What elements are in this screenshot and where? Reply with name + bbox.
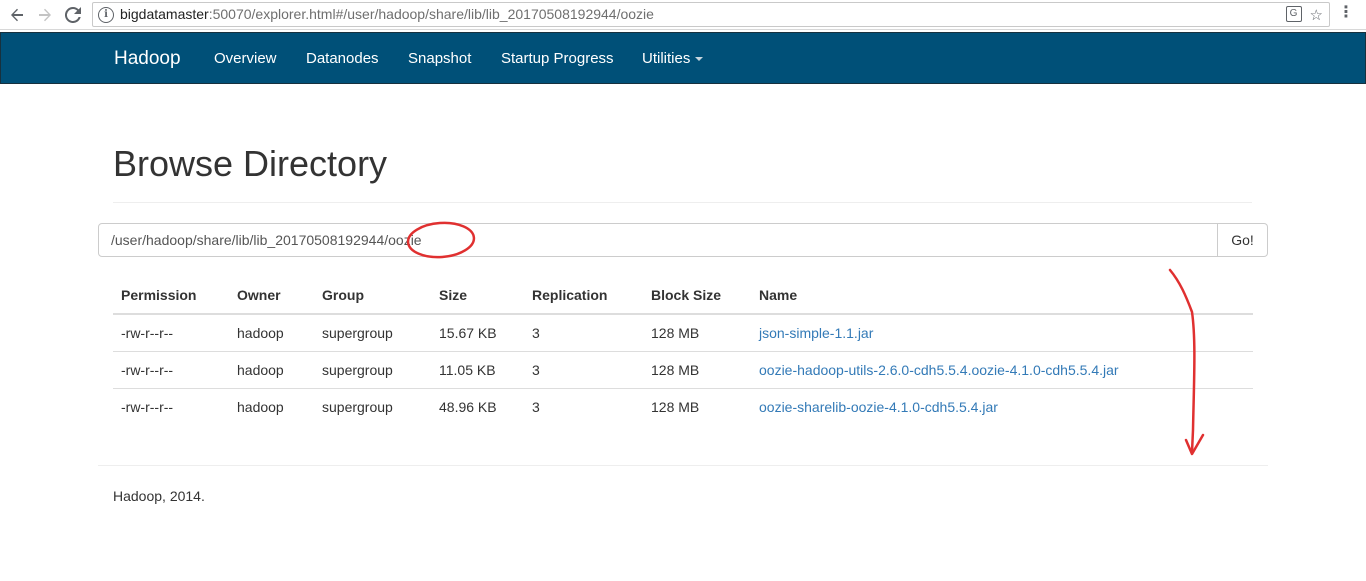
cell-permission: -rw-r--r-- bbox=[113, 314, 229, 352]
translate-icon[interactable]: G bbox=[1285, 6, 1302, 22]
reload-icon[interactable] bbox=[61, 3, 85, 27]
chevron-down-icon bbox=[695, 57, 704, 62]
cell-group: supergroup bbox=[314, 314, 431, 352]
cell-owner: hadoop bbox=[237, 398, 284, 415]
arrow-head-icon bbox=[1184, 433, 1205, 456]
header-size[interactable]: Size bbox=[431, 277, 524, 315]
table-row: -rw-r--r-- hadoop supergroup 11.05 KB 3 … bbox=[113, 351, 1253, 389]
header-replication[interactable]: Replication bbox=[524, 277, 643, 315]
header-name[interactable]: Name bbox=[751, 277, 1253, 315]
nav-overview[interactable]: Overview bbox=[214, 50, 277, 67]
cell-size: 15.67 KB bbox=[431, 314, 524, 352]
table-row: -rw-r--r-- hadoop supergroup 48.96 KB 3 … bbox=[113, 388, 1253, 425]
browser-menu-icon[interactable]: ⋮ bbox=[1338, 5, 1354, 21]
cell-block-size: 128 MB bbox=[643, 314, 751, 352]
cell-block-size: 128 MB bbox=[643, 351, 751, 389]
back-arrow-icon[interactable] bbox=[5, 3, 29, 27]
header-block-size[interactable]: Block Size bbox=[643, 277, 751, 315]
page-title: Browse Directory bbox=[113, 143, 388, 184]
browser-toolbar: i bigdatamaster:50070/explorer.html#/use… bbox=[0, 0, 1366, 30]
table-row: -rw-r--r-- hadoop supergroup 15.67 KB 3 … bbox=[113, 314, 1253, 352]
nav-utilities-label: Utilities bbox=[642, 50, 691, 67]
header-permission[interactable]: Permission bbox=[113, 277, 229, 315]
nav-startup-progress[interactable]: Startup Progress bbox=[501, 50, 614, 67]
navbar-brand[interactable]: Hadoop bbox=[114, 48, 181, 70]
cell-permission: -rw-r--r-- bbox=[121, 398, 174, 415]
cell-owner: hadoop bbox=[229, 314, 314, 352]
path-input[interactable] bbox=[98, 223, 1218, 257]
info-icon[interactable]: i bbox=[98, 7, 114, 23]
header-owner[interactable]: Owner bbox=[229, 277, 314, 315]
footer-text: Hadoop, 2014. bbox=[113, 488, 205, 504]
address-bar[interactable]: i bigdatamaster:50070/explorer.html#/use… bbox=[92, 2, 1330, 27]
footer-divider bbox=[98, 465, 1268, 466]
cell-block-size: 128 MB bbox=[651, 398, 700, 415]
cell-replication: 3 bbox=[524, 351, 643, 389]
cell-owner: hadoop bbox=[229, 351, 314, 389]
divider bbox=[113, 202, 1252, 203]
forward-arrow-icon[interactable] bbox=[33, 3, 57, 27]
nav-snapshot[interactable]: Snapshot bbox=[408, 50, 471, 67]
file-link[interactable]: oozie-hadoop-utils-2.6.0-cdh5.5.4.oozie-… bbox=[759, 362, 1119, 378]
nav-datanodes[interactable]: Datanodes bbox=[306, 50, 379, 67]
file-table: Permission Owner Group Size Replication … bbox=[113, 277, 1253, 425]
file-link[interactable]: oozie-sharelib-oozie-4.1.0-cdh5.5.4.jar bbox=[759, 399, 998, 415]
hadoop-navbar: Hadoop Overview Datanodes Snapshot Start… bbox=[0, 32, 1366, 84]
cell-replication: 3 bbox=[524, 314, 643, 352]
cell-group: supergroup bbox=[314, 351, 431, 389]
header-group[interactable]: Group bbox=[314, 277, 431, 315]
path-form: Go! bbox=[98, 223, 1268, 257]
cell-replication: 3 bbox=[532, 398, 540, 415]
url-text[interactable]: bigdatamaster:50070/explorer.html#/user/… bbox=[120, 6, 654, 22]
cell-size: 11.05 KB bbox=[431, 351, 524, 389]
bookmark-star-icon[interactable]: ☆ bbox=[1310, 6, 1323, 24]
file-link[interactable]: json-simple-1.1.jar bbox=[759, 325, 873, 341]
nav-utilities[interactable]: Utilities bbox=[642, 50, 704, 67]
cell-size: 48.96 KB bbox=[439, 398, 497, 415]
cell-permission: -rw-r--r-- bbox=[113, 351, 229, 389]
go-button[interactable]: Go! bbox=[1218, 223, 1268, 257]
table-header-row: Permission Owner Group Size Replication … bbox=[113, 277, 1253, 315]
cell-group: supergroup bbox=[322, 398, 393, 415]
